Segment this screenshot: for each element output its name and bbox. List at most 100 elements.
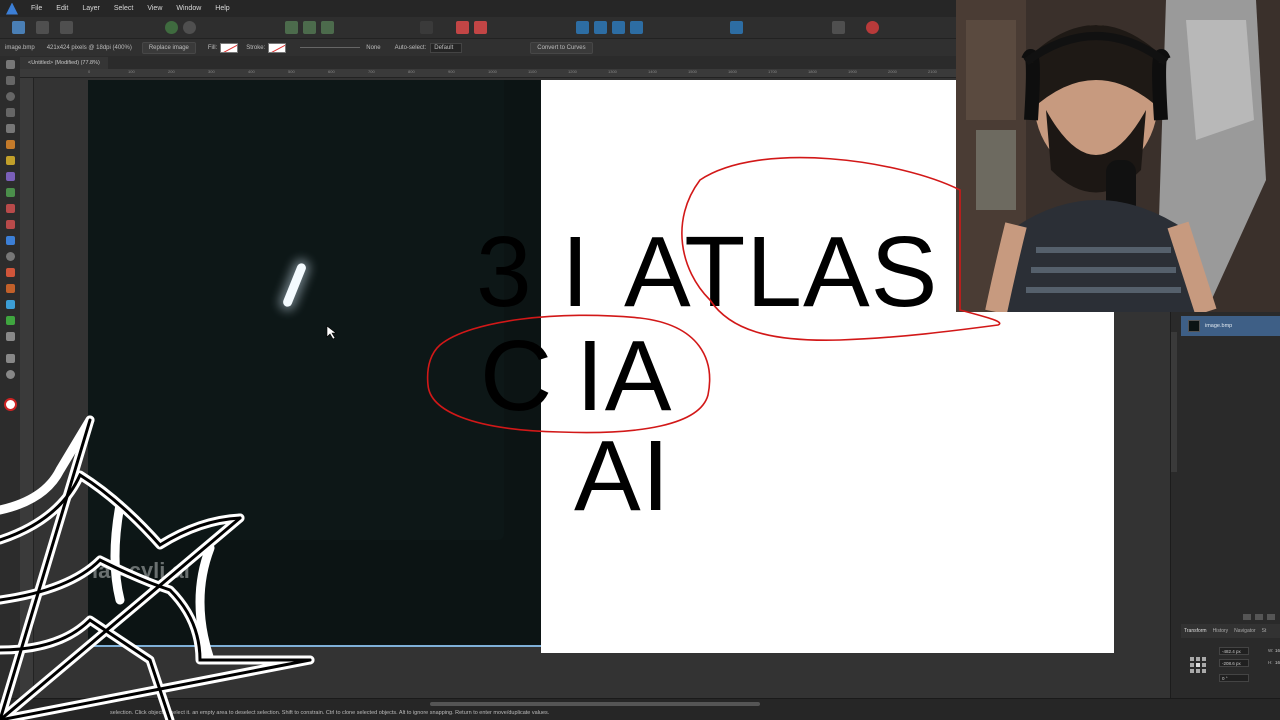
add-layer-icon[interactable] — [1243, 614, 1251, 620]
pasted-image-content — [88, 80, 504, 540]
app-logo-icon — [6, 2, 18, 15]
menu-select[interactable]: Select — [107, 5, 140, 12]
pencil-tool-icon[interactable] — [6, 156, 15, 165]
main-toolbar — [0, 17, 960, 39]
pen-tool-icon[interactable] — [6, 140, 15, 149]
stroke-width-slider[interactable] — [300, 47, 361, 48]
gradient-tool-icon[interactable] — [6, 236, 15, 245]
fill-swatch[interactable] — [220, 42, 239, 53]
replace-image-button[interactable]: Replace image — [141, 41, 196, 54]
transform-rotation-field[interactable]: 0 ° — [1219, 674, 1249, 682]
distribute-icon[interactable] — [321, 21, 334, 34]
arrange-up-icon[interactable] — [576, 21, 589, 34]
menu-layer[interactable]: Layer — [75, 5, 107, 12]
snapping-icon[interactable] — [183, 21, 196, 34]
ruler-tick-label: 2100 — [928, 69, 937, 74]
text-ia[interactable]: IA — [576, 326, 672, 426]
text-3i[interactable]: 3 I — [476, 222, 590, 322]
gear-icon[interactable] — [165, 21, 178, 34]
move-tool-icon[interactable] — [6, 60, 15, 69]
fill-tool-icon[interactable] — [6, 188, 15, 197]
document-tab[interactable]: <Untitled> (Modified) (77.8%) — [20, 57, 108, 69]
slice-tool-icon[interactable] — [6, 332, 15, 341]
doc-setup-icon[interactable] — [60, 21, 73, 34]
panel-scrollbar[interactable] — [1171, 332, 1177, 472]
menu-window[interactable]: Window — [169, 5, 208, 12]
color-picker-icon[interactable] — [866, 21, 879, 34]
ruler-tick-label: 2000 — [888, 69, 897, 74]
vector-brush-icon[interactable] — [6, 220, 15, 229]
rectangle-tool-icon[interactable] — [6, 108, 15, 117]
arrange-front-icon[interactable] — [630, 21, 643, 34]
transform-icon[interactable] — [303, 21, 316, 34]
tools-panel — [0, 56, 20, 698]
stroke-swatch[interactable] — [268, 42, 287, 53]
ruler-tick-label: 400 — [248, 69, 255, 74]
ruler-tick-label: 600 — [328, 69, 335, 74]
vertical-ruler — [20, 78, 34, 698]
horizontal-ruler: 0 100 200 300 400 500 600 700 800 900 1000 1100 1200… — [20, 69, 960, 78]
eyedropper-tool-icon[interactable] — [6, 300, 15, 309]
text-c[interactable]: C — [480, 326, 553, 426]
menu-help[interactable]: Help — [208, 5, 236, 12]
menu-view[interactable]: View — [140, 5, 169, 12]
panel-tabs: Transform History Navigator St — [1181, 624, 1280, 638]
color-well-icon[interactable] — [4, 398, 17, 411]
autoselect-label: Auto-select: — [394, 44, 427, 51]
convert-to-curves-button[interactable]: Convert to Curves — [530, 41, 593, 54]
hand-tool-icon[interactable] — [6, 354, 15, 363]
autoselect-dropdown[interactable]: Default — [430, 42, 463, 53]
webcam-feed — [956, 0, 1280, 312]
magnify-tool-icon[interactable] — [6, 370, 15, 379]
grid-icon[interactable] — [36, 21, 49, 34]
status-hint: selection. Click object to select it. an… — [110, 710, 550, 716]
tab-navigator[interactable]: Navigator — [1231, 628, 1258, 634]
ruler-tick-label: 1200 — [568, 69, 577, 74]
transform-x-field[interactable]: -482.4 px — [1219, 647, 1249, 655]
delete-layer-icon[interactable] — [1267, 614, 1275, 620]
ruler-tick-label: 0 — [88, 69, 91, 74]
layer-row-image[interactable]: image.bmp — [1181, 316, 1280, 336]
shape-tool-icon[interactable] — [6, 268, 15, 277]
tab-transform[interactable]: Transform — [1181, 628, 1210, 634]
crop-tool-icon[interactable] — [6, 284, 15, 293]
node-tool-icon[interactable] — [6, 76, 15, 85]
transform-h-value[interactable]: 16 — [1275, 660, 1280, 665]
layer-fx-icon[interactable] — [1255, 614, 1263, 620]
ruler-tick-label: 900 — [448, 69, 455, 74]
context-toolbar: image.bmp 421x424 pixels @ 18dpi (400%) … — [0, 39, 960, 56]
arrange-forward-icon[interactable] — [612, 21, 625, 34]
text-tool-icon[interactable] — [6, 124, 15, 133]
ruler-tick-label: 1500 — [688, 69, 697, 74]
transform-w-label: W: — [1268, 648, 1274, 653]
anchor-grid-icon[interactable] — [1189, 656, 1207, 674]
ruler-tick-label: 1700 — [768, 69, 777, 74]
transparency-tool-icon[interactable] — [6, 204, 15, 213]
horizontal-scrollbar[interactable] — [430, 702, 760, 706]
arrange-back-icon[interactable] — [594, 21, 607, 34]
flip-icon[interactable] — [730, 21, 743, 34]
transform-y-field[interactable]: -208.6 px — [1219, 659, 1249, 667]
align-icon[interactable] — [285, 21, 298, 34]
persona-icon[interactable] — [12, 21, 25, 34]
layer-name: image.bmp — [1205, 323, 1233, 329]
ruler-tick-label: 100 — [128, 69, 135, 74]
crop-icon[interactable] — [832, 21, 845, 34]
transform-w-value[interactable]: 16 — [1275, 648, 1280, 653]
menu-edit[interactable]: Edit — [49, 5, 75, 12]
artboard-tool-icon[interactable] — [6, 316, 15, 325]
boolean-add-icon[interactable] — [456, 21, 469, 34]
tab-history[interactable]: History — [1210, 628, 1232, 634]
zoom-tool-icon[interactable] — [6, 252, 15, 261]
menu-file[interactable]: File — [24, 5, 49, 12]
tab-styles[interactable]: St — [1259, 628, 1270, 634]
image-dimensions: 421x424 pixels @ 18dpi (400%) — [46, 44, 132, 51]
ruler-tick-label: 200 — [168, 69, 175, 74]
text-ai[interactable]: AI — [574, 426, 670, 526]
text-atlas[interactable]: ATLAS — [624, 222, 938, 322]
boolean-subtract-icon[interactable] — [474, 21, 487, 34]
ellipse-tool-icon[interactable] — [6, 92, 15, 101]
brush-tool-icon[interactable] — [6, 172, 15, 181]
ruler-tick-label: 1800 — [808, 69, 817, 74]
blank-icon[interactable] — [420, 21, 433, 34]
